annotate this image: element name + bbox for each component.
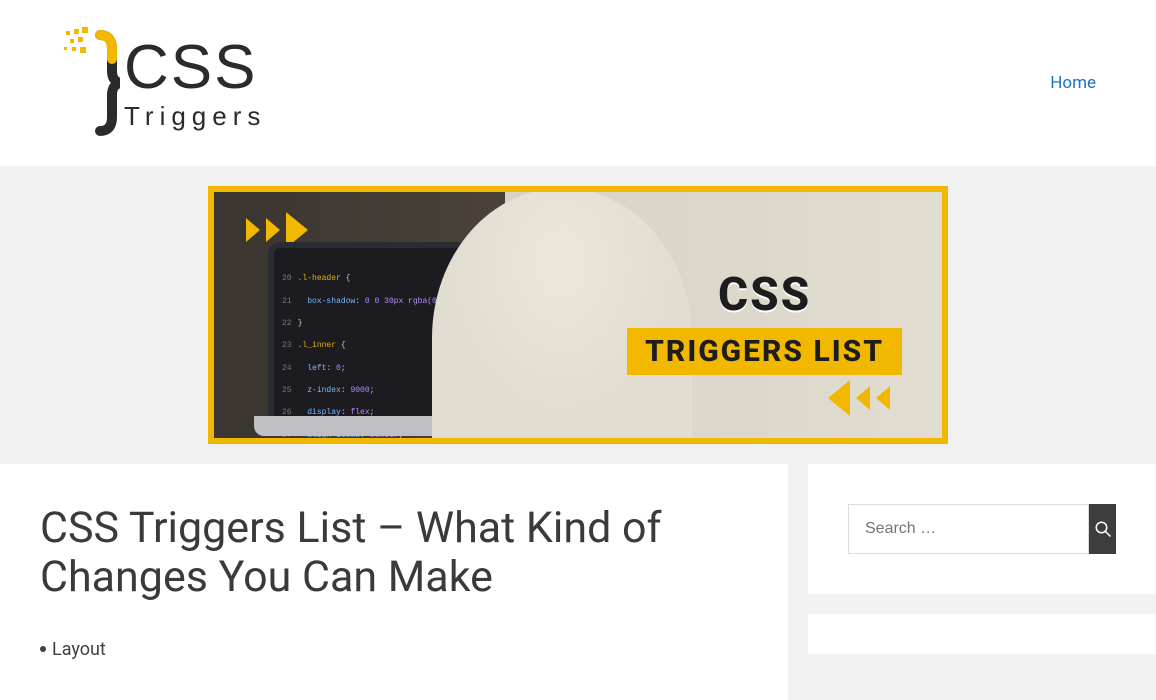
hero-banner: 20.l-header { 21 box-shadow: 0 0 30px rg… [208, 186, 948, 444]
site-header: CSS Triggers Home [0, 0, 1156, 166]
hero-title: CSS TRIGGERS LIST [627, 268, 902, 375]
sidebar [808, 464, 1156, 700]
search-row [848, 504, 1116, 554]
logo-line1: CSS [124, 37, 266, 99]
article: CSS Triggers List – What Kind of Changes… [0, 464, 788, 700]
logo-line2: Triggers [124, 103, 266, 129]
hero-inner: 20.l-header { 21 box-shadow: 0 0 30px rg… [214, 192, 942, 438]
search-icon [1094, 520, 1112, 538]
hero-title-top: CSS [627, 268, 902, 322]
bullet-dot-icon [40, 646, 46, 652]
logo[interactable]: CSS Triggers [60, 27, 266, 139]
search-input[interactable] [848, 504, 1089, 554]
hero-title-bar: TRIGGERS LIST [627, 328, 902, 375]
search-widget [808, 464, 1156, 594]
logo-text: CSS Triggers [124, 37, 266, 129]
content-columns: CSS Triggers List – What Kind of Changes… [0, 464, 1156, 700]
article-bullet-layout: Layout [40, 639, 748, 660]
article-bullet-layout-label: Layout [52, 639, 106, 660]
hero-arrows-top-left-icon [246, 212, 308, 248]
article-heading: CSS Triggers List – What Kind of Changes… [40, 504, 748, 603]
sidebar-widget-placeholder [808, 614, 1156, 654]
nav-home-link[interactable]: Home [1050, 73, 1096, 93]
logo-brace-icon [60, 27, 120, 139]
hero-arrows-bottom-right-icon [828, 380, 890, 416]
search-button[interactable] [1089, 504, 1116, 554]
